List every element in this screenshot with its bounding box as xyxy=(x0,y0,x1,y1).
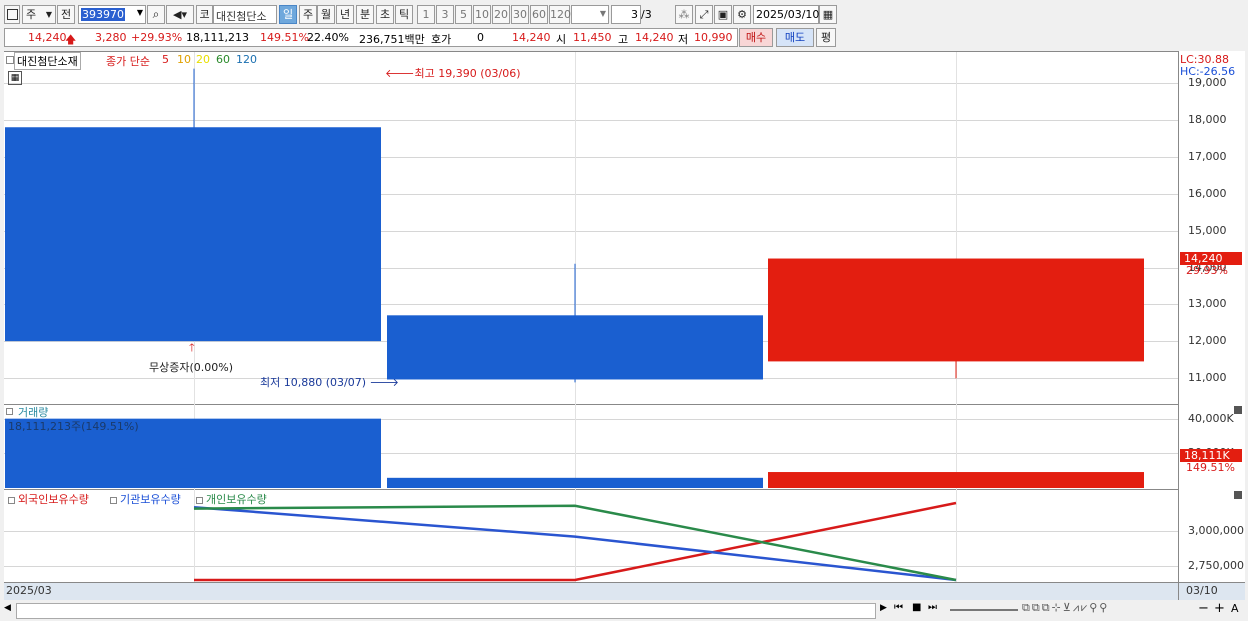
volume-bar xyxy=(768,472,1144,488)
holdings-legend-label: 개인보유수량 xyxy=(206,493,267,506)
price-tick: 19,000 xyxy=(1188,76,1227,89)
ma-legend-item: 10 xyxy=(177,53,191,66)
zoom-slider[interactable] xyxy=(950,609,1018,611)
bottom-toolbar: ◀ ▶ ⏮ ■ ⏭ ⧉⧉⧉⊹⊻⩘⩗⚲⚲ − + A xyxy=(0,600,1248,621)
rewind-icon[interactable]: ⏮ xyxy=(894,602,903,613)
holdings-series-line xyxy=(194,501,957,582)
end-date: 03/10 xyxy=(1186,584,1218,597)
holdings-series-line xyxy=(193,505,957,582)
price-tick: 13,000 xyxy=(1188,297,1227,311)
current-pct-tag: 29.93% xyxy=(1186,264,1228,277)
holdings-legend-item: 외국인보유수량 xyxy=(8,491,89,507)
price-tick: 16,000 xyxy=(1188,186,1227,200)
high-annotation: 🡐최고 19,390 (03/06) xyxy=(385,67,521,80)
font-size-icon[interactable]: A xyxy=(1231,602,1239,615)
price-tick: 17,000 xyxy=(1188,149,1227,163)
zoom-out-icon[interactable]: − xyxy=(1198,601,1209,616)
ma-legend-item: 5 xyxy=(162,53,169,66)
horizontal-scrollbar[interactable] xyxy=(16,603,876,619)
price-tick: 11,000 xyxy=(1188,371,1227,385)
candle-body xyxy=(5,127,381,342)
close-panel-icon[interactable] xyxy=(1234,406,1242,414)
holdings-tick: 3,000,000 xyxy=(1188,524,1244,537)
start-date: 2025/03 xyxy=(6,584,52,597)
holdings-tick: 2,750,000 xyxy=(1188,559,1244,572)
indicator-label: 종가 단순 xyxy=(106,55,150,68)
volume-bar xyxy=(387,477,763,488)
zoom-in-icon[interactable]: + xyxy=(1214,601,1225,616)
calendar-icon[interactable]: ▦ xyxy=(8,71,22,85)
close-panel-icon[interactable] xyxy=(1234,491,1242,499)
price-tick: 15,000 xyxy=(1188,223,1227,237)
low-annotation: 최저 10,880 (03/07) 🡒 xyxy=(260,376,400,389)
price-tick: 18,000 xyxy=(1188,112,1227,126)
volume-tag: 18,111K xyxy=(1180,449,1242,462)
ma-legend-item: 60 xyxy=(216,53,230,66)
volume-tick: 40,000K xyxy=(1188,412,1234,425)
chart-title-box xyxy=(6,56,14,64)
legend-marker xyxy=(8,496,15,504)
tools-icons[interactable]: ⧉⧉⧉⊹⊻⩘⩗⚲⚲ xyxy=(1022,601,1109,615)
volume-pct-tag: 149.51% xyxy=(1186,461,1235,474)
chart-canvas[interactable] xyxy=(0,0,1248,600)
date-axis xyxy=(4,582,1178,600)
legend-marker xyxy=(196,496,203,504)
volume-value-label: 18,111,213주(149.51%) xyxy=(8,420,139,433)
holdings-legend-label: 기관보유수량 xyxy=(120,493,181,506)
holdings-legend-label: 외국인보유수량 xyxy=(18,493,89,506)
holdings-legend-item: 개인보유수량 xyxy=(196,491,267,507)
scroll-right-icon[interactable]: ▶ xyxy=(880,603,887,613)
scroll-left-icon[interactable]: ◀ xyxy=(4,603,11,613)
candle-body xyxy=(768,258,1144,362)
legend-marker xyxy=(110,496,117,504)
ma-legend-item: 120 xyxy=(236,53,257,66)
holdings-legend-item: 기관보유수량 xyxy=(110,491,181,507)
stop-icon[interactable]: ■ xyxy=(912,602,921,613)
event-annotation: 무상증자(0.00%) xyxy=(149,361,234,374)
price-tick: 12,000 xyxy=(1188,334,1227,348)
volume-title-marker xyxy=(6,408,13,415)
event-arrow-icon: 🡑 xyxy=(189,341,195,354)
candle-body xyxy=(387,315,763,380)
fast-forward-icon[interactable]: ⏭ xyxy=(928,602,937,613)
stock-title: 대진첨단소재 xyxy=(14,52,81,70)
ma-legend-item: 20 xyxy=(196,53,210,66)
